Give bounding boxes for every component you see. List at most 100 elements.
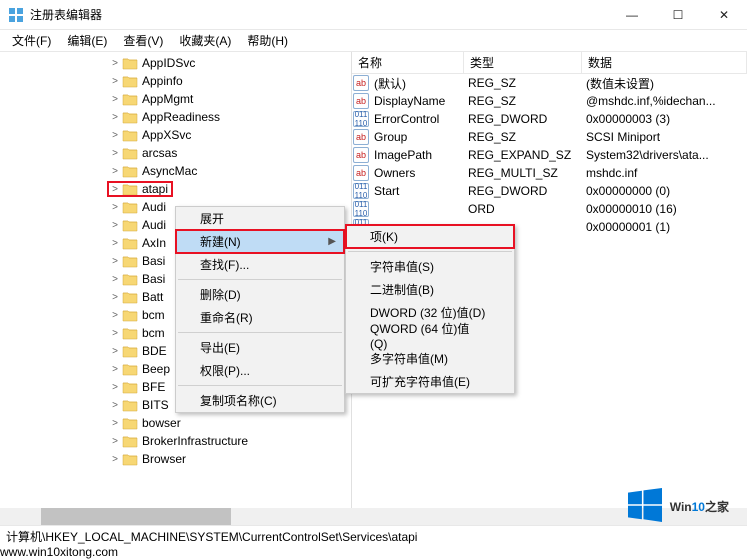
expander-icon[interactable]: > bbox=[108, 328, 122, 339]
cm-copy-key-name[interactable]: 复制项名称(C) bbox=[176, 389, 344, 412]
menu-file[interactable]: 文件(F) bbox=[4, 30, 59, 51]
menu-edit[interactable]: 编辑(E) bbox=[59, 30, 115, 51]
expander-icon[interactable]: > bbox=[108, 76, 122, 87]
value-row[interactable]: 011110ORD0x00000010 (16) bbox=[352, 200, 747, 218]
tree-item[interactable]: >AppMgmt bbox=[0, 90, 351, 108]
string-value-icon: ab bbox=[353, 129, 369, 145]
tree-item[interactable]: >Appinfo bbox=[0, 72, 351, 90]
value-type: REG_SZ bbox=[464, 130, 582, 144]
close-button[interactable]: ✕ bbox=[701, 0, 747, 30]
tree-label: AsyncMac bbox=[140, 164, 199, 178]
expander-icon[interactable]: > bbox=[108, 454, 122, 465]
expander-icon[interactable]: > bbox=[108, 382, 122, 393]
cm-new-qword[interactable]: QWORD (64 位)值(Q) bbox=[346, 324, 514, 347]
value-row[interactable]: abImagePathREG_EXPAND_SZSystem32\drivers… bbox=[352, 146, 747, 164]
menu-favorites[interactable]: 收藏夹(A) bbox=[171, 30, 239, 51]
tree-item[interactable]: >arcsas bbox=[0, 144, 351, 162]
col-name[interactable]: 名称 bbox=[352, 52, 464, 73]
cm-new-expand[interactable]: 可扩充字符串值(E) bbox=[346, 370, 514, 393]
tree-item[interactable]: >BrokerInfrastructure bbox=[0, 432, 351, 450]
expander-icon[interactable]: > bbox=[108, 418, 122, 429]
expander-icon[interactable]: > bbox=[108, 58, 122, 69]
folder-icon bbox=[122, 452, 138, 466]
folder-icon bbox=[122, 236, 138, 250]
cm-expand[interactable]: 展开 bbox=[176, 207, 344, 230]
value-data: @mshdc.inf,%idechan... bbox=[582, 94, 747, 108]
value-name: Group bbox=[370, 130, 464, 144]
value-row[interactable]: abDisplayNameREG_SZ@mshdc.inf,%idechan..… bbox=[352, 92, 747, 110]
cm-find[interactable]: 查找(F)... bbox=[176, 253, 344, 276]
expander-icon[interactable]: > bbox=[108, 238, 122, 249]
cm-new-key[interactable]: 项(K) bbox=[346, 225, 514, 248]
expander-icon[interactable]: > bbox=[108, 130, 122, 141]
expander-icon[interactable]: > bbox=[108, 274, 122, 285]
string-value-icon: ab bbox=[353, 147, 369, 163]
expander-icon[interactable]: > bbox=[108, 148, 122, 159]
expander-icon[interactable]: > bbox=[108, 436, 122, 447]
tree-item[interactable]: >AppIDSvc bbox=[0, 54, 351, 72]
value-row[interactable]: 011110ErrorControlREG_DWORD0x00000003 (3… bbox=[352, 110, 747, 128]
tree-item[interactable]: > AppXSvc bbox=[0, 126, 351, 144]
tree-item[interactable]: > AsyncMac bbox=[0, 162, 351, 180]
value-data: 0x00000003 (3) bbox=[582, 112, 747, 126]
expander-icon[interactable]: > bbox=[108, 256, 122, 267]
cm-new[interactable]: 新建(N)▶ bbox=[176, 230, 344, 253]
cm-permissions[interactable]: 权限(P)... bbox=[176, 359, 344, 382]
expander-icon[interactable]: > bbox=[108, 310, 122, 321]
folder-icon bbox=[122, 218, 138, 232]
value-row[interactable]: abGroupREG_SZSCSI Miniport bbox=[352, 128, 747, 146]
tree-label: AppXSvc bbox=[140, 128, 193, 142]
cm-new-binary[interactable]: 二进制值(B) bbox=[346, 278, 514, 301]
tree-label: Browser bbox=[140, 452, 188, 466]
tree-label: BFE bbox=[140, 380, 167, 394]
menu-help[interactable]: 帮助(H) bbox=[239, 30, 296, 51]
watermark: Win10之家 bbox=[628, 488, 729, 522]
dword-value-icon: 011110 bbox=[353, 183, 369, 199]
title-bar: 注册表编辑器 — ☐ ✕ bbox=[0, 0, 747, 30]
folder-icon bbox=[122, 182, 138, 196]
folder-icon bbox=[122, 74, 138, 88]
tree-label: Basi bbox=[140, 254, 167, 268]
value-data: 0x00000000 (0) bbox=[582, 184, 747, 198]
cm-new-multi[interactable]: 多字符串值(M) bbox=[346, 347, 514, 370]
menu-view[interactable]: 查看(V) bbox=[115, 30, 171, 51]
value-name: ErrorControl bbox=[370, 112, 464, 126]
value-row[interactable]: abOwnersREG_MULTI_SZmshdc.inf bbox=[352, 164, 747, 182]
expander-icon[interactable]: > bbox=[108, 202, 122, 213]
minimize-button[interactable]: — bbox=[609, 0, 655, 30]
dword-value-icon: 011110 bbox=[353, 111, 369, 127]
expander-icon[interactable]: > bbox=[108, 166, 122, 177]
value-row[interactable]: 011110StartREG_DWORD0x00000000 (0) bbox=[352, 182, 747, 200]
value-name: DisplayName bbox=[370, 94, 464, 108]
col-data[interactable]: 数据 bbox=[582, 52, 747, 73]
tree-item[interactable]: >atapi bbox=[0, 180, 351, 198]
expander-icon[interactable]: > bbox=[108, 346, 122, 357]
value-row[interactable]: ab(默认)REG_SZ(数值未设置) bbox=[352, 74, 747, 92]
expander-icon[interactable]: > bbox=[108, 112, 122, 123]
expander-icon[interactable]: > bbox=[108, 184, 122, 195]
tree-label: AxIn bbox=[140, 236, 168, 250]
expander-icon[interactable]: > bbox=[108, 400, 122, 411]
value-type: REG_SZ bbox=[464, 76, 582, 90]
hscrollbar-thumb[interactable] bbox=[41, 508, 231, 525]
tree-label: Batt bbox=[140, 290, 165, 304]
tree-item[interactable]: >bowser bbox=[0, 414, 351, 432]
tree-item[interactable]: >AppReadiness bbox=[0, 108, 351, 126]
maximize-button[interactable]: ☐ bbox=[655, 0, 701, 30]
expander-icon[interactable]: > bbox=[108, 364, 122, 375]
cm-delete[interactable]: 删除(D) bbox=[176, 283, 344, 306]
cm-rename[interactable]: 重命名(R) bbox=[176, 306, 344, 329]
value-data: SCSI Miniport bbox=[582, 130, 747, 144]
folder-icon bbox=[122, 380, 138, 394]
tree-item[interactable]: > Browser bbox=[0, 450, 351, 468]
expander-icon[interactable]: > bbox=[108, 292, 122, 303]
tree-label: BITS bbox=[140, 398, 171, 412]
tree-label: BDE bbox=[140, 344, 169, 358]
expander-icon[interactable]: > bbox=[108, 220, 122, 231]
cm-export[interactable]: 导出(E) bbox=[176, 336, 344, 359]
value-name: Start bbox=[370, 184, 464, 198]
col-type[interactable]: 类型 bbox=[464, 52, 582, 73]
value-name: ImagePath bbox=[370, 148, 464, 162]
cm-new-string[interactable]: 字符串值(S) bbox=[346, 255, 514, 278]
expander-icon[interactable]: > bbox=[108, 94, 122, 105]
